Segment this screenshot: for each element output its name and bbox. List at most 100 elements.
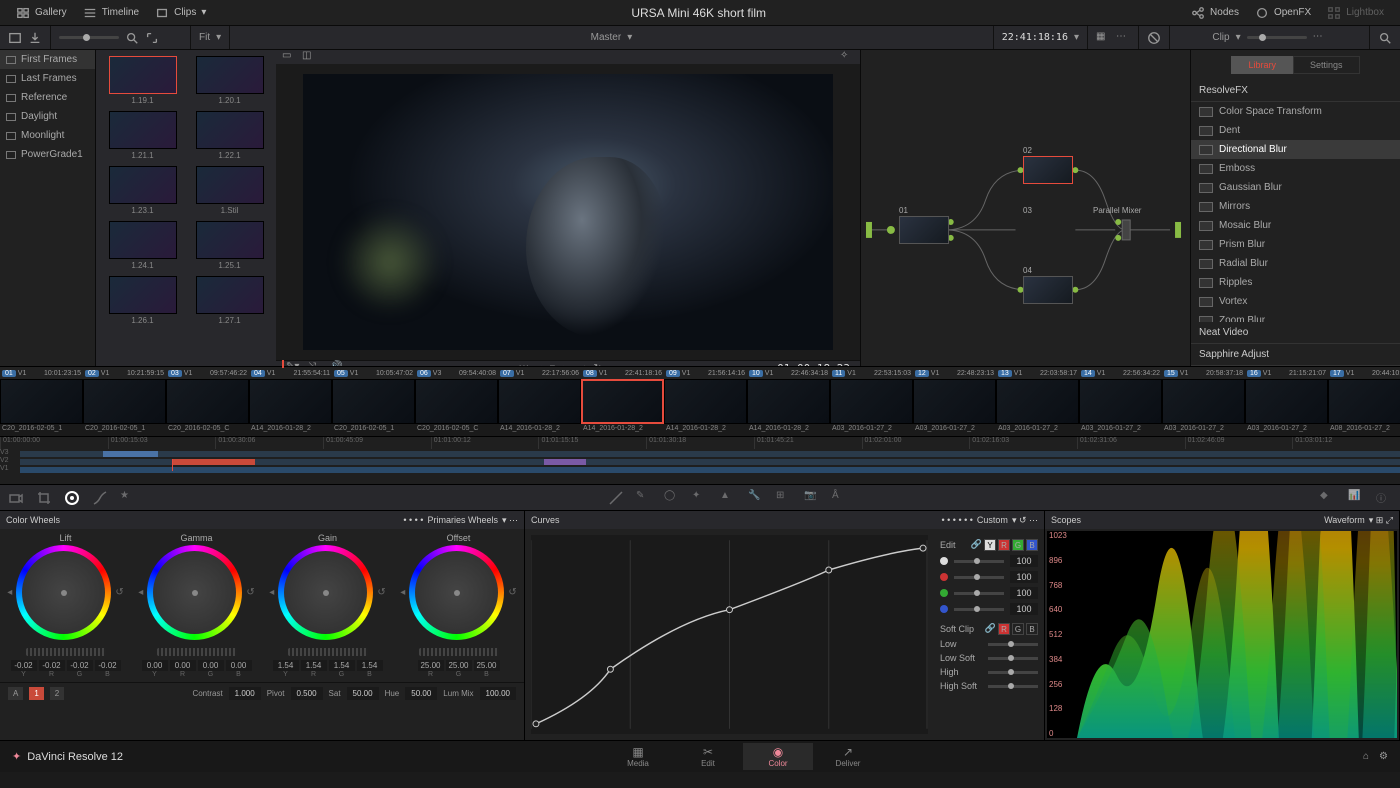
tracker-icon[interactable]: ✦ bbox=[692, 490, 708, 506]
page-2-button[interactable]: 2 bbox=[50, 687, 64, 700]
filmstrip-clip[interactable]: 10V122:46:34:18A14_2016-01-28_2 bbox=[747, 367, 830, 436]
blur-icon[interactable]: ▲ bbox=[720, 490, 736, 506]
still-thumb[interactable]: 1.23.1 bbox=[102, 166, 183, 215]
still-thumb[interactable]: 1.27.1 bbox=[189, 276, 270, 325]
openfx-button[interactable]: OpenFX bbox=[1247, 2, 1319, 24]
timeline-button[interactable]: Timeline bbox=[75, 2, 147, 24]
data-icon[interactable]: Å bbox=[832, 490, 848, 506]
effect-item[interactable]: Radial Blur bbox=[1191, 254, 1400, 273]
contrast-value[interactable]: 1.000 bbox=[229, 687, 261, 700]
curves-icon[interactable] bbox=[92, 490, 108, 506]
curves-mode-dropdown[interactable]: Custom bbox=[977, 515, 1008, 525]
filmstrip-clip[interactable]: 13V122:03:58:17A03_2016-01-27_2 bbox=[996, 367, 1079, 436]
still-thumb[interactable]: 1.26.1 bbox=[102, 276, 183, 325]
filmstrip-clip[interactable]: 01V110:01:23:15C20_2016-02-05_1 bbox=[0, 367, 83, 436]
filmstrip-clip[interactable]: 12V122:48:23:13A03_2016-01-27_2 bbox=[913, 367, 996, 436]
nodes-button[interactable]: Nodes bbox=[1183, 2, 1247, 24]
master-dropdown[interactable]: Master bbox=[591, 32, 622, 43]
thumb-size-slider[interactable] bbox=[59, 36, 119, 39]
intensity-slider[interactable] bbox=[954, 608, 1004, 611]
wand-icon[interactable]: ✧ bbox=[840, 50, 854, 64]
list-icon[interactable] bbox=[8, 31, 22, 45]
viewer-timecode[interactable]: 22:41:18:16 bbox=[1002, 32, 1068, 43]
sidebar-item[interactable]: PowerGrade1 bbox=[0, 145, 95, 164]
more-icon[interactable]: ⋯ bbox=[1313, 31, 1327, 45]
still-thumb[interactable]: 1.22.1 bbox=[189, 111, 270, 160]
scope-mode-dropdown[interactable]: Waveform bbox=[1324, 515, 1365, 525]
color-wheel[interactable]: Gain◂↺1.541.541.541.54YRGB bbox=[268, 533, 388, 678]
intensity-value[interactable]: 100 bbox=[1010, 587, 1038, 599]
window-icon[interactable]: ◯ bbox=[664, 490, 680, 506]
still-thumb[interactable]: 1.20.1 bbox=[189, 56, 270, 105]
grid-icon[interactable]: ▦ bbox=[1096, 31, 1110, 45]
clips-button[interactable]: Clips ▾ bbox=[147, 2, 214, 24]
sc-chip-g[interactable]: G bbox=[1012, 623, 1024, 635]
chip-b[interactable]: B bbox=[1026, 539, 1038, 551]
home-icon[interactable]: ⌂ bbox=[1363, 751, 1369, 762]
filmstrip-clip[interactable]: 16V121:15:21:07A03_2016-01-27_2 bbox=[1245, 367, 1328, 436]
page-tab-media[interactable]: ▦Media bbox=[603, 743, 673, 770]
still-thumb[interactable]: 1.24.1 bbox=[102, 221, 183, 270]
filmstrip-clip[interactable]: 11V122:53:15:03A03_2016-01-27_2 bbox=[830, 367, 913, 436]
sc-chip-r[interactable]: R bbox=[998, 623, 1010, 635]
filmstrip-clip[interactable]: 09V121:56:14:16A14_2016-01-28_2 bbox=[664, 367, 747, 436]
page-tab-color[interactable]: ◉Color bbox=[743, 743, 813, 770]
clip-dropdown[interactable]: Clip bbox=[1212, 32, 1229, 43]
intensity-slider[interactable] bbox=[954, 576, 1004, 579]
disable-icon[interactable] bbox=[1147, 31, 1161, 45]
effect-item[interactable]: Emboss bbox=[1191, 159, 1400, 178]
view-mode-icon[interactable]: ▭ bbox=[282, 50, 296, 64]
node-zoom-slider[interactable] bbox=[1247, 36, 1307, 39]
fit-dropdown[interactable]: Fit bbox=[199, 32, 210, 43]
softclip-slider[interactable] bbox=[988, 685, 1038, 688]
effect-item[interactable]: Color Space Transform bbox=[1191, 102, 1400, 121]
sidebar-item[interactable]: Reference bbox=[0, 88, 95, 107]
effect-item[interactable]: Ripples bbox=[1191, 273, 1400, 292]
sc-chip-b[interactable]: B bbox=[1026, 623, 1038, 635]
color-wheels-icon[interactable] bbox=[64, 490, 80, 506]
filmstrip-clip[interactable]: 08V122:41:18:16A14_2016-01-28_2 bbox=[581, 367, 664, 436]
node-02[interactable] bbox=[1023, 156, 1073, 184]
link-icon[interactable]: 🔗 bbox=[985, 623, 996, 635]
intensity-slider[interactable] bbox=[954, 592, 1004, 595]
keyframe-icon[interactable]: ◆ bbox=[1320, 490, 1336, 506]
viewer-frame[interactable] bbox=[303, 74, 833, 350]
softclip-slider[interactable] bbox=[988, 643, 1038, 646]
effect-item[interactable]: Vortex bbox=[1191, 292, 1400, 311]
still-thumb[interactable]: 1.25.1 bbox=[189, 221, 270, 270]
node-04[interactable] bbox=[1023, 276, 1073, 304]
expand-icon[interactable] bbox=[145, 31, 159, 45]
pivot-value[interactable]: 0.500 bbox=[291, 687, 323, 700]
intensity-value[interactable]: 100 bbox=[1010, 555, 1038, 567]
sat-value[interactable]: 50.00 bbox=[347, 687, 379, 700]
effect-item[interactable]: Dent bbox=[1191, 121, 1400, 140]
still-thumb[interactable]: 1.21.1 bbox=[102, 111, 183, 160]
filmstrip-clip[interactable]: 07V122:17:56:06A14_2016-01-28_2 bbox=[498, 367, 581, 436]
filmstrip-clip[interactable]: 15V120:58:37:18A03_2016-01-27_2 bbox=[1162, 367, 1245, 436]
more-icon[interactable]: ⋯ bbox=[1116, 31, 1130, 45]
intensity-value[interactable]: 100 bbox=[1010, 571, 1038, 583]
page-tab-edit[interactable]: ✂Edit bbox=[673, 743, 743, 770]
still-thumb[interactable]: 1.19.1 bbox=[102, 56, 183, 105]
sidebar-item[interactable]: First Frames bbox=[0, 50, 95, 69]
search-icon[interactable] bbox=[1378, 31, 1392, 45]
chip-r[interactable]: R bbox=[998, 539, 1010, 551]
tab-settings[interactable]: Settings bbox=[1293, 56, 1360, 74]
softclip-slider[interactable] bbox=[988, 657, 1038, 660]
effect-item[interactable]: Mirrors bbox=[1191, 197, 1400, 216]
page-tab-deliver[interactable]: ↗Deliver bbox=[813, 743, 883, 770]
link-icon[interactable]: 🔗 bbox=[971, 539, 982, 551]
effect-item[interactable]: Prism Blur bbox=[1191, 235, 1400, 254]
lummix-value[interactable]: 100.00 bbox=[480, 687, 516, 700]
key-icon[interactable]: 🔧 bbox=[748, 490, 764, 506]
intensity-value[interactable]: 100 bbox=[1010, 603, 1038, 615]
sidebar-item[interactable]: Daylight bbox=[0, 107, 95, 126]
color-wheel[interactable]: Offset◂↺25.0025.0025.00RGB bbox=[399, 533, 519, 678]
star-icon[interactable]: ★ bbox=[120, 490, 136, 506]
filmstrip-clip[interactable]: 06V309:54:40:08C20_2016-02-05_C bbox=[415, 367, 498, 436]
info-icon[interactable]: ⓘ bbox=[1376, 490, 1392, 506]
lightbox-button[interactable]: Lightbox bbox=[1319, 2, 1392, 24]
effects-group-header[interactable]: Sapphire Adjust bbox=[1191, 344, 1400, 366]
scopes-icon[interactable]: 📊 bbox=[1348, 490, 1364, 506]
settings-icon[interactable]: ⚙ bbox=[1379, 751, 1388, 762]
